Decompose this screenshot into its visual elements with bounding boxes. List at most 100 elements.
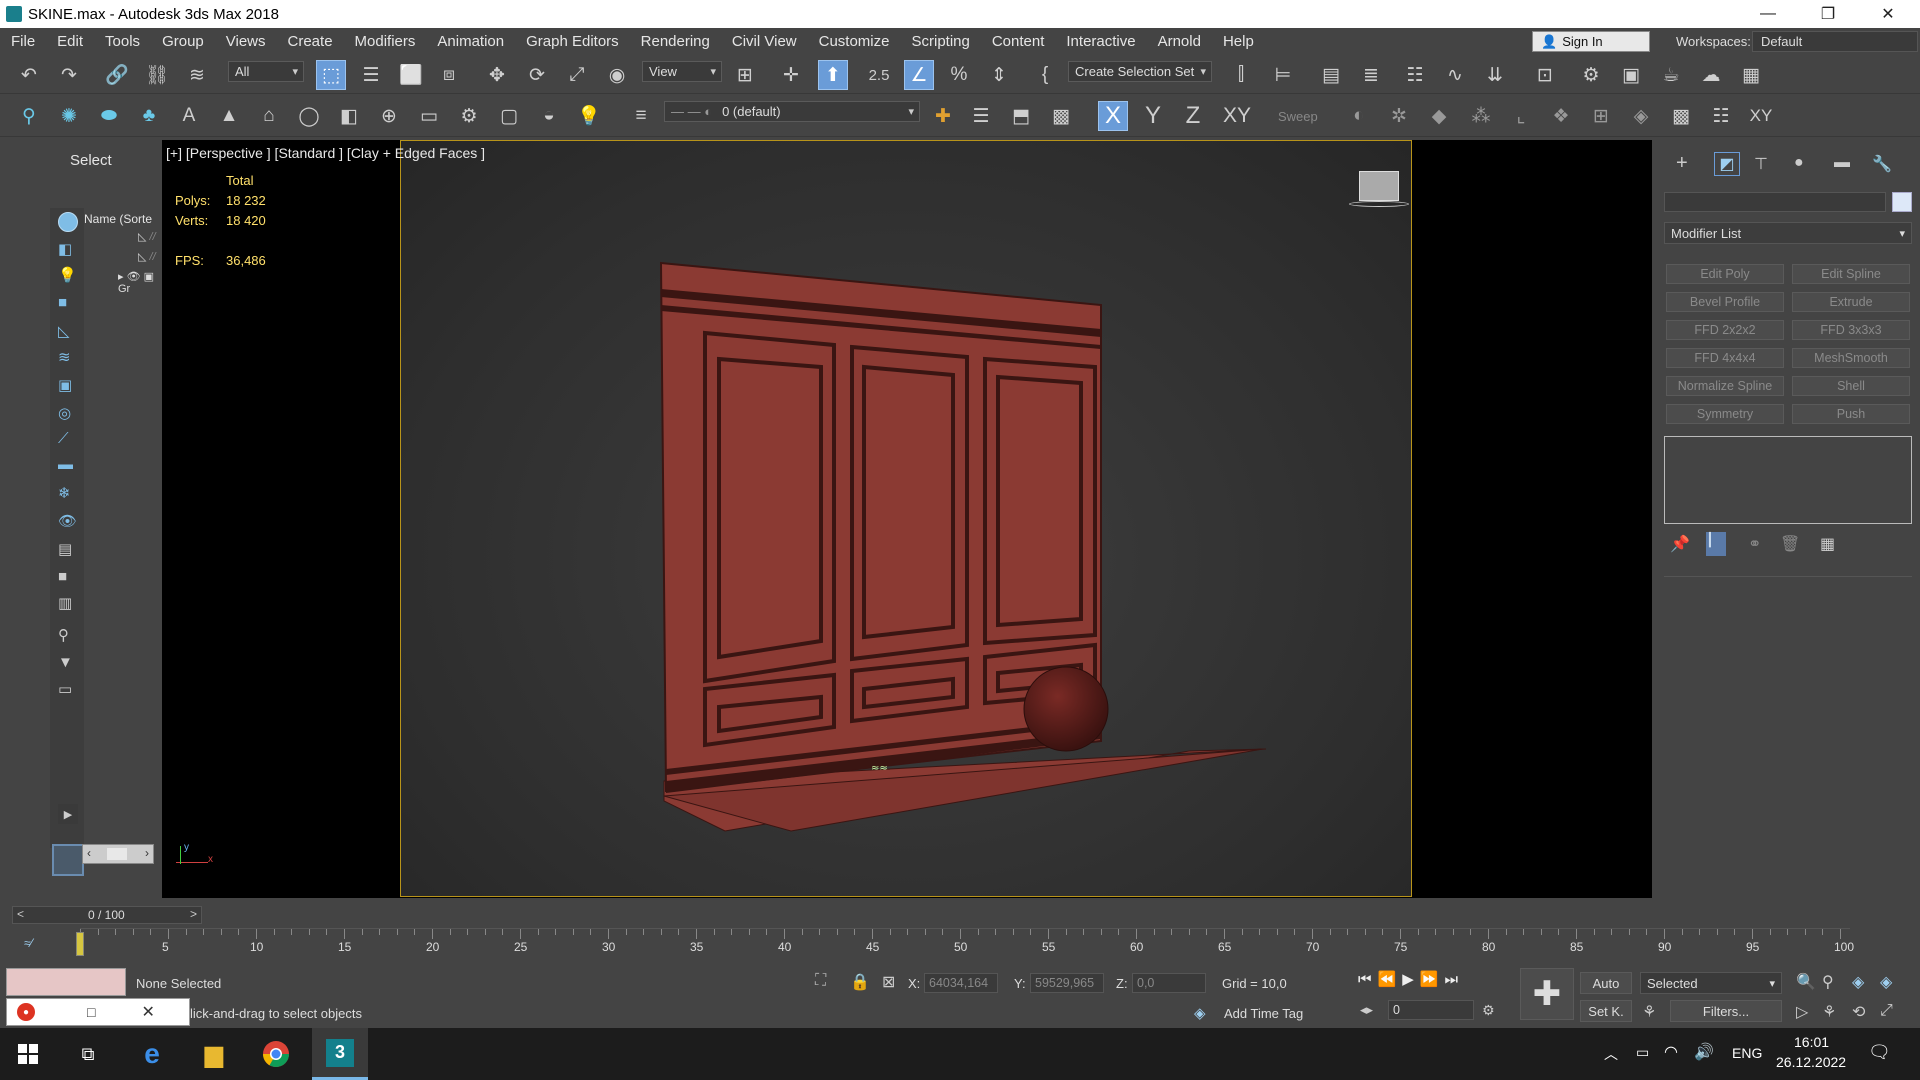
filter-shapes-icon[interactable]: ◧ bbox=[58, 240, 72, 258]
modifier-stack[interactable] bbox=[1664, 436, 1912, 524]
xyz-icon[interactable]: XY bbox=[1746, 101, 1776, 131]
pivot-icon[interactable]: ⊞ bbox=[730, 60, 760, 90]
edit-poly-button[interactable]: Edit Poly bbox=[1666, 264, 1784, 284]
checker-icon[interactable]: ▩ bbox=[1666, 101, 1696, 131]
render-setup-icon[interactable]: ⚙ bbox=[1576, 60, 1606, 90]
bind-spacewarp-icon[interactable]: ≋ bbox=[182, 60, 212, 90]
table-row[interactable]: ◺ // bbox=[138, 250, 156, 263]
maxscript-listener[interactable] bbox=[6, 968, 126, 996]
graphite-tool-3-icon[interactable]: ◆ bbox=[1424, 101, 1454, 131]
notifications-icon[interactable]: 🗨 bbox=[1868, 1042, 1891, 1063]
layer-manager-icon[interactable]: ≡ bbox=[626, 101, 656, 131]
axis-z-button[interactable]: Z bbox=[1178, 101, 1208, 131]
goto-start-icon[interactable]: ⏮ bbox=[1358, 971, 1378, 988]
filter-groups-icon[interactable]: ▣ bbox=[58, 376, 72, 394]
create-torus-icon[interactable]: ◯ bbox=[294, 101, 324, 131]
graphite-tool-7-icon[interactable]: ⊞ bbox=[1586, 101, 1616, 131]
next-frame-icon[interactable]: ⏩ bbox=[1420, 971, 1445, 988]
graphite-tool-5-icon[interactable]: ⌞ bbox=[1506, 101, 1536, 131]
volume-icon[interactable]: 🔊 bbox=[1694, 1042, 1714, 1062]
named-selection-dropdown[interactable]: Create Selection Set bbox=[1068, 61, 1212, 82]
graphite-tool-1-icon[interactable]: ◐ bbox=[1344, 101, 1374, 131]
z-field[interactable]: 0,0 bbox=[1132, 973, 1206, 993]
menu-rendering[interactable]: Rendering bbox=[630, 33, 721, 50]
sort-icon[interactable]: ▭ bbox=[58, 680, 72, 698]
graphite-tool-2-icon[interactable]: ✲ bbox=[1384, 101, 1414, 131]
scene-explorer-icon[interactable]: ☷ bbox=[1400, 60, 1430, 90]
menu-scripting[interactable]: Scripting bbox=[900, 33, 980, 50]
ladder-icon[interactable]: ☷ bbox=[1706, 101, 1736, 131]
layer-props-icon[interactable]: ▩ bbox=[1046, 101, 1076, 131]
menu-interactive[interactable]: Interactive bbox=[1055, 33, 1146, 50]
motion-tab-icon[interactable]: ● bbox=[1794, 154, 1804, 172]
filter-containers-icon[interactable]: ▬ bbox=[58, 456, 73, 473]
filter-xrefs-icon[interactable]: ◎ bbox=[58, 404, 71, 422]
render-production-icon[interactable]: ☕ bbox=[1656, 60, 1686, 90]
goto-end-icon[interactable]: ⏭ bbox=[1444, 971, 1464, 988]
create-spline-icon[interactable]: ⌂ bbox=[254, 101, 284, 131]
table-row[interactable]: ▸ 👁 ▣ Gr bbox=[118, 270, 158, 295]
selection-filter-dropdown[interactable]: All bbox=[228, 61, 304, 82]
undo-icon[interactable]: ↶ bbox=[14, 60, 44, 90]
angle-snap-icon[interactable]: ∠ bbox=[904, 60, 934, 90]
pin-stack-icon[interactable]: 📌 bbox=[1670, 534, 1690, 554]
menu-group[interactable]: Group bbox=[151, 33, 215, 50]
filter-helpers-icon[interactable]: ◺ bbox=[58, 322, 70, 340]
align-icon[interactable]: ⊨ bbox=[1268, 60, 1298, 90]
manipulate-icon[interactable]: ✛ bbox=[776, 60, 806, 90]
utilities-tab-icon[interactable]: 🔧 bbox=[1872, 154, 1892, 174]
modify-tab-icon[interactable]: ◩ bbox=[1714, 152, 1740, 176]
remove-modifier-icon[interactable]: 🗑 bbox=[1780, 534, 1800, 554]
play-icon[interactable]: ▶ bbox=[1402, 971, 1420, 988]
language-indicator[interactable]: ENG bbox=[1732, 1045, 1762, 1061]
display-tab-icon[interactable]: ▬ bbox=[1834, 154, 1850, 172]
shell-button[interactable]: Shell bbox=[1792, 376, 1910, 396]
explorer-column-name[interactable]: Name (Sorte bbox=[84, 212, 152, 226]
explorer-scrollbar[interactable]: ‹ › bbox=[82, 844, 154, 864]
filter-bones-icon[interactable]: ⟋ bbox=[58, 430, 69, 447]
create-teapot-icon[interactable]: ◒ bbox=[534, 101, 564, 131]
set-key-button[interactable]: Set K. bbox=[1580, 1000, 1632, 1022]
time-next-icon[interactable]: > bbox=[190, 907, 197, 921]
menu-file[interactable]: File bbox=[0, 33, 46, 50]
menu-edit[interactable]: Edit bbox=[46, 33, 94, 50]
edit-spline-button[interactable]: Edit Spline bbox=[1792, 264, 1910, 284]
set-key-big-icon[interactable]: ✚ bbox=[1520, 968, 1574, 1020]
layer-stack-icon[interactable]: ☰ bbox=[966, 101, 996, 131]
rendered-frame-icon[interactable]: ▣ bbox=[1616, 60, 1646, 90]
timeline-ruler[interactable]: 5 10 15 20 25 30 35 40 45 50 55 60 65 70 75 80 85 90 95 100 bbox=[80, 928, 1854, 958]
keyboard-shortcut-icon[interactable]: ⬆ bbox=[818, 60, 848, 90]
create-geometry-icon[interactable]: ⚲ bbox=[14, 101, 44, 131]
wifi-icon[interactable]: ◠ bbox=[1664, 1042, 1678, 1062]
perspective-viewport[interactable]: ≈≈ bbox=[400, 140, 1412, 897]
hierarchy-tab-icon[interactable]: ⊤ bbox=[1754, 154, 1768, 174]
add-time-tag[interactable]: Add Time Tag bbox=[1224, 1006, 1303, 1021]
mirror-icon[interactable]: ⫿ bbox=[1226, 60, 1256, 90]
filter-frozen-icon[interactable]: ❄ bbox=[58, 484, 71, 502]
menu-arnold[interactable]: Arnold bbox=[1147, 33, 1212, 50]
file-explorer-icon[interactable]: ▆ bbox=[186, 1028, 242, 1080]
zoom-all-icon[interactable]: ⚲ bbox=[1822, 972, 1834, 992]
field-of-view-icon[interactable]: ▷ bbox=[1796, 1002, 1808, 1022]
create-camera-icon[interactable]: ⬬ bbox=[94, 101, 124, 131]
link-icon[interactable]: 🔗 bbox=[102, 60, 132, 90]
create-plane-icon[interactable]: ▢ bbox=[494, 101, 524, 131]
graphite-tool-4-icon[interactable]: ⁂ bbox=[1466, 101, 1496, 131]
time-slider[interactable]: < 0 / 100 > bbox=[12, 906, 202, 924]
viewport-label[interactable]: [+] [Perspective ] [Standard ] [Clay + E… bbox=[166, 145, 485, 161]
clock-time[interactable]: 16:01 bbox=[1794, 1034, 1829, 1050]
menu-customize[interactable]: Customize bbox=[808, 33, 901, 50]
maximize-button[interactable]: ❐ bbox=[1800, 0, 1856, 28]
layer-explorer-icon[interactable]: ▤ bbox=[1316, 60, 1346, 90]
viewcube-ring[interactable] bbox=[1349, 201, 1409, 207]
time-prev-icon[interactable]: < bbox=[17, 907, 24, 921]
display-box-icon[interactable]: ■ bbox=[58, 568, 67, 585]
create-box-icon[interactable]: ◧ bbox=[334, 101, 364, 131]
close-preview-icon[interactable]: ✕ bbox=[141, 1002, 154, 1022]
symmetry-button[interactable]: Symmetry bbox=[1666, 404, 1784, 424]
bevel-profile-button[interactable]: Bevel Profile bbox=[1666, 292, 1784, 312]
walk-through-icon[interactable]: ⚘ bbox=[1822, 1002, 1836, 1022]
push-button[interactable]: Push bbox=[1792, 404, 1910, 424]
close-button[interactable]: ✕ bbox=[1860, 0, 1916, 28]
material-editor-icon[interactable]: ⊡ bbox=[1530, 60, 1560, 90]
